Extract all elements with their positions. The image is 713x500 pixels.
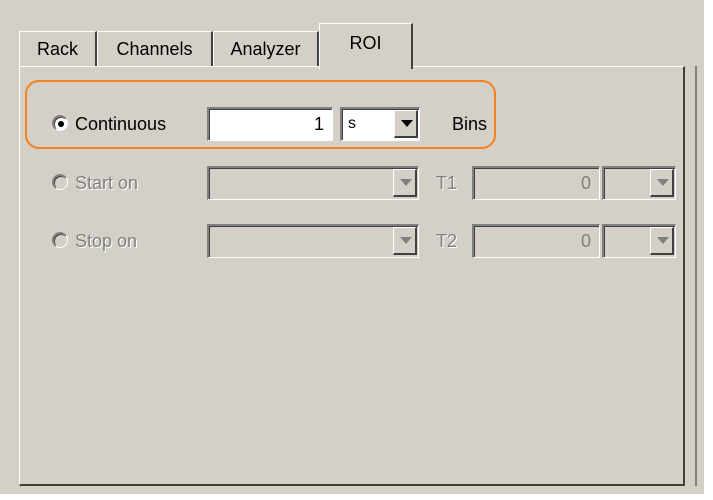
- start-on-dropdown[interactable]: [207, 166, 419, 200]
- start-on-row: Start on T1 0: [20, 166, 683, 200]
- roi-dialog: Rack Channels Analyzer ROI Continuous 1 …: [0, 0, 704, 494]
- t1-unit-dropdown-button[interactable]: [650, 169, 674, 197]
- tab-roi[interactable]: ROI: [319, 23, 413, 69]
- t2-unit-dropdown-button[interactable]: [650, 227, 674, 255]
- stop-on-row: Stop on T2 0: [20, 224, 683, 258]
- continuous-highlight-outline: [25, 80, 496, 149]
- t1-value: 0: [580, 173, 591, 193]
- tab-rack[interactable]: Rack: [19, 31, 97, 67]
- stop-on-label: Stop on: [75, 231, 138, 251]
- t2-unit-dropdown[interactable]: [602, 224, 676, 258]
- dropdown-arrow-icon: [657, 237, 669, 244]
- t1-label: T1: [436, 173, 458, 193]
- tab-analyzer[interactable]: Analyzer: [213, 31, 319, 67]
- dropdown-arrow-icon: [400, 237, 412, 244]
- t2-input[interactable]: 0: [472, 224, 600, 258]
- tab-roi-label: ROI: [349, 33, 382, 53]
- stop-on-radio[interactable]: [52, 232, 68, 248]
- start-on-dropdown-button[interactable]: [393, 169, 417, 197]
- panel-edge-shade: [695, 66, 697, 486]
- tab-rack-label: Rack: [36, 39, 78, 59]
- tab-analyzer-label: Analyzer: [230, 39, 301, 59]
- stop-on-dropdown[interactable]: [207, 224, 419, 258]
- t2-value: 0: [580, 231, 591, 251]
- tab-channels-label: Channels: [116, 39, 193, 59]
- tab-channels[interactable]: Channels: [97, 31, 213, 67]
- t2-label: T2: [436, 231, 458, 251]
- stop-on-dropdown-button[interactable]: [393, 227, 417, 255]
- t1-unit-dropdown[interactable]: [602, 166, 676, 200]
- t1-input[interactable]: 0: [472, 166, 600, 200]
- dropdown-arrow-icon: [657, 179, 669, 186]
- start-on-radio[interactable]: [52, 174, 68, 190]
- start-on-label: Start on: [75, 173, 139, 193]
- dropdown-arrow-icon: [400, 179, 412, 186]
